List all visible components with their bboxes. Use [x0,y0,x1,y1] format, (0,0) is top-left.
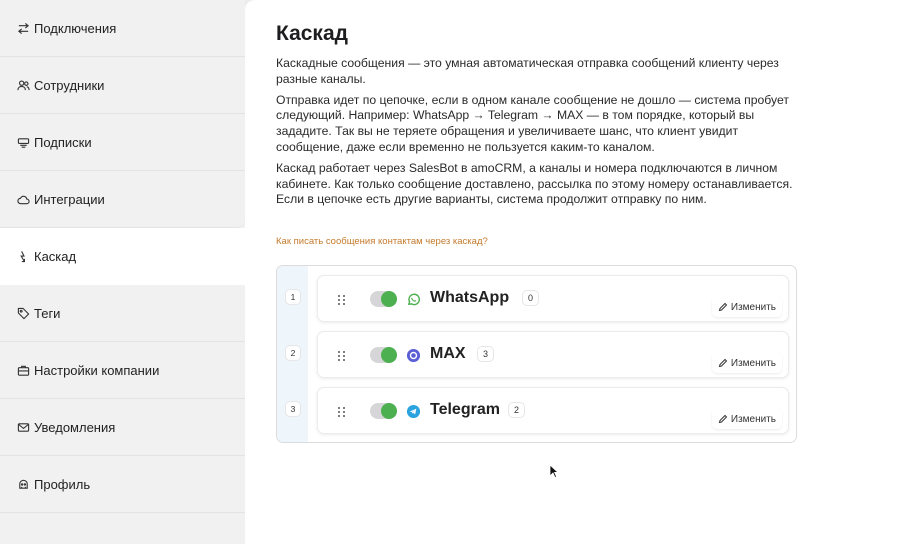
edit-channel-button[interactable]: Изменить [711,409,782,429]
edit-channel-button[interactable]: Изменить [711,297,782,317]
help-link[interactable]: Как писать сообщения контактам через кас… [276,236,488,247]
sidebar-item-label: Профиль [34,476,91,492]
channel-name: MAX [430,345,466,362]
channel-toggle[interactable] [370,347,397,363]
mouse-cursor-icon [549,464,559,479]
max-icon [406,348,421,363]
sidebar-item-label: Сотрудники [34,77,105,93]
channel-toggle[interactable] [370,291,397,307]
sidebar-item-notifications[interactable]: Уведомления [0,399,245,456]
channel-name: WhatsApp [430,289,510,306]
sidebar-item-label: Настройки компании [34,362,160,378]
sidebar-item-cascade[interactable]: Каскад [0,228,245,285]
intro-paragraph: Каскад работает через SalesBot в amoCRM,… [276,160,793,207]
channel-name: Telegram [430,401,500,418]
edit-label: Изменить [730,301,776,313]
drag-handle-icon[interactable] [337,405,346,417]
sidebar-item-label: Теги [34,305,61,321]
users-icon [16,78,30,92]
channel-count-badge: 3 [478,347,494,361]
page-title: Каскад [276,22,348,45]
telegram-icon [406,404,421,419]
sidebar-item-integrations[interactable]: Интеграции [0,171,245,228]
sidebar-item-label: Подключения [34,20,117,36]
order-badge: 3 [286,402,300,416]
edit-label: Изменить [730,357,776,369]
channel-card-whatsapp: WhatsApp 0 Изменить [317,275,789,322]
cascade-icon [16,249,30,263]
sidebar-item-tags[interactable]: Теги [0,285,245,342]
toggle-knob [381,291,397,307]
toggle-knob [381,347,397,363]
sidebar-item-label: Каскад [34,248,77,264]
sidebar: Подключения Сотрудники Подписки Интеграц… [0,0,245,544]
intro-section: Каскад Каскадные сообщения — это умная а… [276,22,796,213]
sidebar-item-employees[interactable]: Сотрудники [0,57,245,114]
channel-toggle[interactable] [370,403,397,419]
profile-icon [16,477,30,491]
sidebar-item-label: Подписки [34,134,92,150]
whatsapp-icon [406,292,421,307]
sidebar-item-label: Интеграции [34,191,105,207]
channel-count-badge: 2 [509,403,525,417]
sidebar-item-profile[interactable]: Профиль [0,456,245,513]
pencil-icon [718,302,728,312]
intro-paragraph: Каскадные сообщения — это умная автомати… [276,56,779,86]
pencil-icon [718,358,728,368]
cash-icon [16,135,30,149]
sidebar-item-label: Уведомления [34,419,116,435]
toggle-knob [381,403,397,419]
arrows-swap-icon [16,21,30,35]
sidebar-item-connections[interactable]: Подключения [0,0,245,57]
tag-icon [16,306,30,320]
pencil-icon [718,414,728,424]
edit-channel-button[interactable]: Изменить [711,353,782,373]
order-badge: 1 [286,290,300,304]
main-panel: Каскад Каскадные сообщения — это умная а… [245,0,900,544]
cascade-list: 1 WhatsApp 0 Изменить 2 MAX 3 Изменить 3… [276,265,797,443]
mail-icon [16,420,30,434]
sidebar-item-subscriptions[interactable]: Подписки [0,114,245,171]
channel-card-max: MAX 3 Изменить [317,331,789,378]
drag-handle-icon[interactable] [337,293,346,305]
sidebar-item-company-settings[interactable]: Настройки компании [0,342,245,399]
cloud-icon [16,192,30,206]
channel-card-telegram: Telegram 2 Изменить [317,387,789,434]
briefcase-icon [16,363,30,377]
channel-count-badge: 0 [523,291,539,305]
drag-handle-icon[interactable] [337,349,346,361]
edit-label: Изменить [730,413,776,425]
order-badge: 2 [286,346,300,360]
intro-paragraph: Отправка идет по цепочке, если в одном к… [276,92,789,154]
